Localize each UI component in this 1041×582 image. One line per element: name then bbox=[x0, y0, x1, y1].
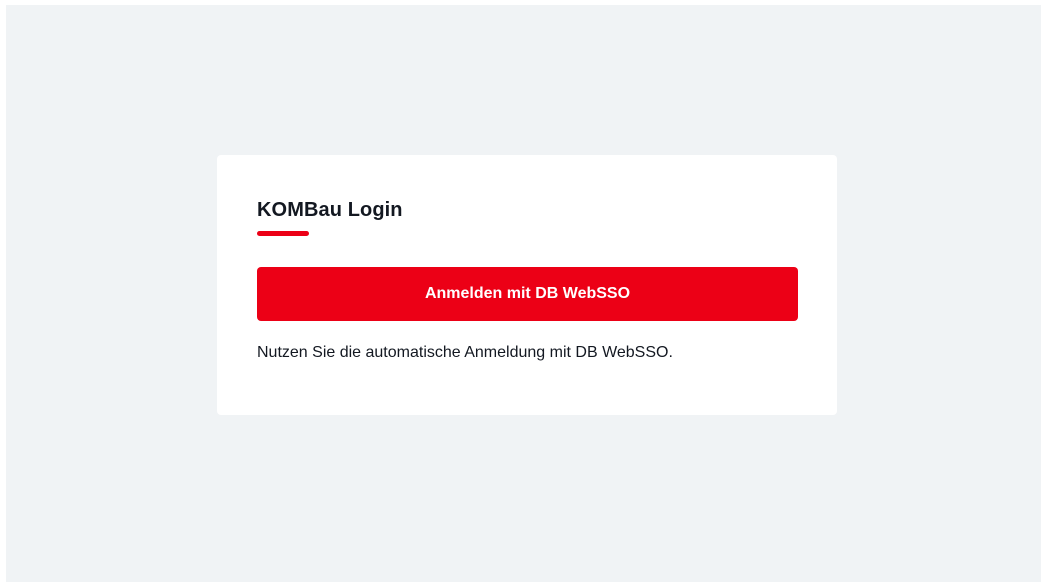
login-hint-text: Nutzen Sie die automatische Anmeldung mi… bbox=[257, 344, 673, 361]
websso-login-button[interactable]: Anmelden mit DB WebSSO bbox=[257, 267, 798, 321]
title-accent-underline bbox=[257, 231, 309, 236]
login-card: KOMBau Login Anmelden mit DB WebSSO Nutz… bbox=[217, 155, 837, 415]
login-title: KOMBau Login bbox=[257, 199, 403, 221]
page-background: KOMBau Login Anmelden mit DB WebSSO Nutz… bbox=[6, 5, 1041, 582]
